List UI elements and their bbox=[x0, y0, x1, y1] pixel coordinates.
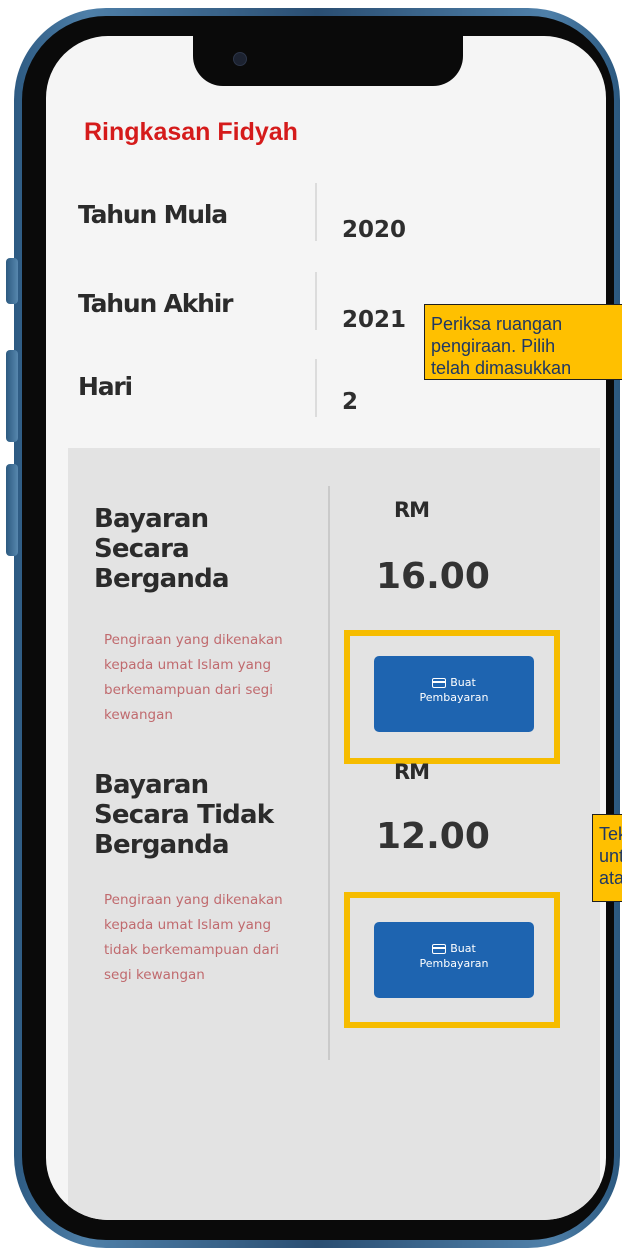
phone-screen: Ringkasan Fidyah Tahun Mula 2020 Tahun A… bbox=[46, 36, 606, 1220]
end-year-value: 2021 bbox=[342, 307, 407, 333]
front-camera bbox=[233, 52, 247, 66]
credit-card-icon bbox=[432, 678, 447, 688]
days-label: Hari bbox=[78, 372, 133, 401]
phone-mockup: Ringkasan Fidyah Tahun Mula 2020 Tahun A… bbox=[0, 0, 622, 1250]
payment-divider bbox=[328, 486, 330, 792]
amount-tidak-berganda: 12.00 bbox=[376, 816, 490, 857]
payment-description-berganda: Pengiraan yang dikenakan kepada umat Isl… bbox=[104, 632, 283, 723]
pay-button-label-buat: Buat bbox=[450, 676, 476, 689]
row-divider bbox=[315, 359, 317, 417]
callout-line: untuk bbox=[599, 846, 622, 866]
pay-button-tidak-berganda[interactable]: Buat Pembayaran bbox=[374, 922, 534, 998]
start-year-label: Tahun Mula bbox=[78, 200, 228, 229]
fidyah-summary-page: Ringkasan Fidyah Tahun Mula 2020 Tahun A… bbox=[46, 36, 606, 1220]
phone-mute-switch bbox=[6, 258, 18, 304]
callout-line: atas t bbox=[599, 868, 622, 888]
callout-line: telah dimasukkan bbox=[431, 358, 572, 378]
pay-button-label-pembayaran: Pembayaran bbox=[419, 957, 489, 970]
payment-title-berganda: Bayaran Secara Berganda bbox=[94, 504, 230, 594]
pay-button-first-line: Buat bbox=[374, 676, 534, 690]
instruction-callout-check-calculation: Periksa ruangan pengiraan. Pilih telah d… bbox=[424, 304, 622, 380]
payment-divider bbox=[328, 750, 330, 1060]
pay-button-label-pembayaran: Pembayaran bbox=[419, 691, 489, 704]
payment-title-tidak-berganda: Bayaran Secara Tidak Berganda bbox=[94, 770, 274, 860]
currency-label-berganda: RM bbox=[394, 498, 430, 522]
row-divider bbox=[315, 272, 317, 330]
callout-line: Periksa ruangan bbox=[431, 314, 563, 334]
amount-berganda: 16.00 bbox=[376, 556, 490, 597]
pay-button-berganda[interactable]: Buat Pembayaran bbox=[374, 656, 534, 732]
pay-button-label-buat: Buat bbox=[450, 942, 476, 955]
days-value: 2 bbox=[342, 389, 359, 415]
credit-card-icon bbox=[432, 944, 447, 954]
start-year-value: 2020 bbox=[342, 217, 407, 243]
phone-volume-down-button bbox=[6, 464, 18, 556]
callout-line: Tekan bbox=[599, 824, 622, 844]
pay-button-first-line: Buat bbox=[374, 942, 534, 956]
row-divider bbox=[315, 183, 317, 241]
end-year-label: Tahun Akhir bbox=[78, 289, 233, 318]
phone-volume-up-button bbox=[6, 350, 18, 442]
currency-label-tidak-berganda: RM bbox=[394, 760, 430, 784]
summary-title: Ringkasan Fidyah bbox=[84, 118, 298, 146]
callout-line: pengiraan. Pilih bbox=[431, 336, 556, 356]
payment-description-tidak-berganda: Pengiraan yang dikenakan kepada umat Isl… bbox=[104, 892, 283, 983]
instruction-callout-press-button: Tekan untuk atas t bbox=[592, 814, 622, 902]
